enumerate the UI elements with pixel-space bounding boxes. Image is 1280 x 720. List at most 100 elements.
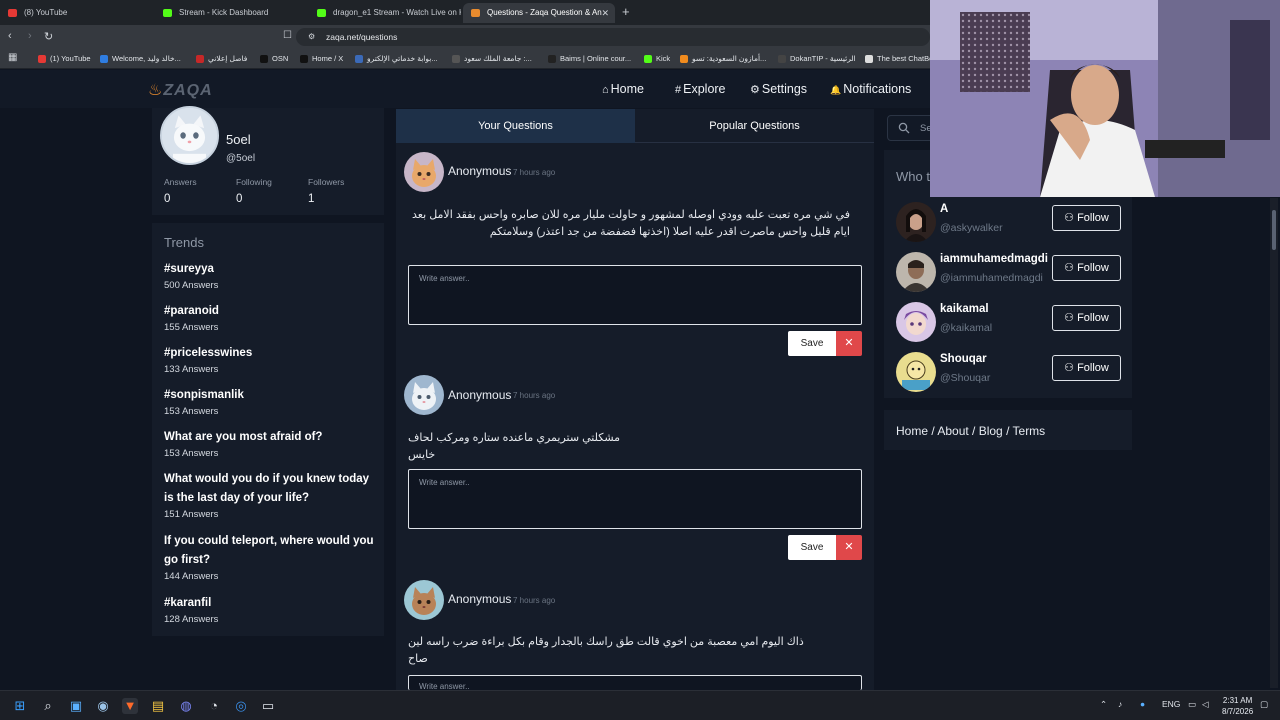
discord-icon[interactable]: ◍ bbox=[178, 698, 194, 714]
site-info-icon[interactable]: ⚙ bbox=[308, 32, 315, 41]
trend-item[interactable]: #karanfil 128 Answers bbox=[164, 594, 379, 625]
forward-icon[interactable]: › bbox=[28, 30, 32, 42]
trend-tag[interactable]: #paranoid bbox=[164, 302, 379, 321]
trend-tag[interactable]: What would you do if you knew today is t… bbox=[164, 470, 379, 508]
nav-notifications[interactable]: 🔔 Notifications bbox=[830, 82, 911, 96]
windows-start-icon[interactable]: ⊞ bbox=[12, 698, 28, 714]
tab-your-questions[interactable]: Your Questions bbox=[396, 109, 635, 143]
globe-icon bbox=[452, 55, 460, 63]
tab-kick-dashboard[interactable]: Stream - Kick Dashboard bbox=[155, 3, 305, 23]
white-cat-avatar-icon bbox=[404, 375, 444, 415]
bookmark-ad[interactable]: فاصل إعلاني bbox=[196, 54, 247, 63]
avatar[interactable] bbox=[160, 106, 219, 165]
bookmark-dokantip[interactable]: DokanTIP - الرئيسية bbox=[778, 54, 856, 63]
user-avatar[interactable] bbox=[896, 252, 936, 292]
white-cat-avatar-icon bbox=[162, 108, 217, 163]
bookmark-kick[interactable]: Kick bbox=[644, 54, 670, 63]
trend-tag[interactable]: What are you most afraid of? bbox=[164, 428, 379, 447]
follow-button[interactable]: ⚇ Follow bbox=[1052, 305, 1121, 331]
profile-name[interactable]: 5oel bbox=[226, 132, 251, 147]
trend-item[interactable]: #paranoid 155 Answers bbox=[164, 302, 379, 333]
answer-input[interactable]: Write answer.. bbox=[408, 675, 862, 691]
follow-user-name[interactable]: Shouqar bbox=[940, 353, 987, 365]
stat-following-label[interactable]: Following bbox=[236, 177, 272, 187]
site-logo[interactable]: ♨ZAQA bbox=[148, 80, 213, 100]
delete-question-button[interactable]: ✕ bbox=[836, 331, 862, 356]
trend-count: 153 Answers bbox=[164, 448, 219, 459]
language-indicator[interactable]: ENG bbox=[1162, 699, 1180, 709]
speaker-icon[interactable]: ♪ bbox=[1118, 699, 1122, 709]
trend-item[interactable]: What would you do if you knew today is t… bbox=[164, 470, 379, 520]
follow-user-name[interactable]: kaikamal bbox=[940, 303, 989, 315]
bookmark-welcome[interactable]: Welcome, خالد وليد... bbox=[100, 54, 181, 63]
bookmark-chatbot[interactable]: The best ChatBo bbox=[865, 54, 933, 63]
apps-grid-icon[interactable]: ▦ bbox=[8, 52, 17, 63]
tab-kick-stream[interactable]: dragon_e1 Stream - Watch Live on K bbox=[309, 3, 461, 23]
trend-tag[interactable]: #sonpismanlik bbox=[164, 386, 379, 405]
trend-tag[interactable]: #pricelesswines bbox=[164, 344, 379, 363]
app-icon[interactable]: ◎ bbox=[233, 698, 249, 714]
new-tab-button[interactable]: + bbox=[622, 4, 630, 19]
bookmark-ksu[interactable]: جامعة الملك سعود :... bbox=[452, 54, 532, 63]
obs-icon[interactable]: ◔ bbox=[206, 698, 222, 714]
webcam-overlay bbox=[930, 0, 1280, 197]
app-icon[interactable]: ▭ bbox=[260, 698, 276, 714]
save-button[interactable]: Save bbox=[788, 331, 836, 356]
stat-following-value[interactable]: 0 bbox=[236, 193, 242, 205]
page-scrollbar[interactable] bbox=[1270, 198, 1278, 688]
bookmark-gov[interactable]: بوابة خدماتي الإلكترو... bbox=[355, 54, 438, 63]
brave-browser-icon[interactable]: ▼ bbox=[122, 698, 138, 714]
bookmark-x[interactable]: Home / X bbox=[300, 54, 343, 63]
trend-item[interactable]: #sonpismanlik 153 Answers bbox=[164, 386, 379, 417]
back-icon[interactable]: ‹ bbox=[8, 30, 12, 42]
windows-taskbar: ⊞ ⌕ ▣ ◉ ▼ ▤ ◍ ◔ ◎ ▭ ⌃ ♪ ● ENG ▭ ◁ 2:31 A… bbox=[0, 690, 1280, 720]
bookmark-youtube[interactable]: (1) YouTube bbox=[38, 54, 91, 63]
trend-item[interactable]: #sureyya 500 Answers bbox=[164, 260, 379, 291]
trend-tag[interactable]: If you could teleport, where would you g… bbox=[164, 532, 379, 570]
trend-item[interactable]: #pricelesswines 133 Answers bbox=[164, 344, 379, 375]
notifications-icon[interactable]: ▢ bbox=[1260, 699, 1268, 710]
mic-icon[interactable]: ● bbox=[1140, 699, 1145, 709]
steam-icon[interactable]: ◉ bbox=[95, 698, 111, 714]
tray-chevron-icon[interactable]: ⌃ bbox=[1100, 699, 1107, 710]
taskbar-clock[interactable]: 2:31 AM 8/7/2026 bbox=[1222, 695, 1253, 717]
gallery-icon[interactable]: ▣ bbox=[68, 698, 84, 714]
follow-user-name[interactable]: iammuhamedmagdi bbox=[940, 253, 1048, 265]
nav-home[interactable]: ⌂ Home bbox=[602, 82, 644, 96]
search-icon[interactable]: ⌕ bbox=[40, 698, 56, 714]
follow-button[interactable]: ⚇ Follow bbox=[1052, 355, 1121, 381]
user-avatar[interactable] bbox=[896, 302, 936, 342]
trend-tag[interactable]: #karanfil bbox=[164, 594, 379, 613]
volume-icon[interactable]: ◁ bbox=[1202, 699, 1209, 710]
user-avatar[interactable] bbox=[896, 202, 936, 242]
footer-links[interactable]: Home / About / Blog / Terms bbox=[896, 424, 1045, 438]
answer-input[interactable]: Write answer.. bbox=[408, 265, 862, 325]
network-icon[interactable]: ▭ bbox=[1188, 699, 1196, 710]
scrollbar-thumb[interactable] bbox=[1272, 210, 1276, 250]
bookmark-osn[interactable]: OSN bbox=[260, 54, 288, 63]
tab-zaqa-questions[interactable]: Questions - Zaqa Question & An ✕ bbox=[463, 3, 615, 23]
trend-tag[interactable]: #sureyya bbox=[164, 260, 379, 279]
nav-explore[interactable]: # Explore bbox=[675, 82, 726, 96]
follow-button[interactable]: ⚇ Follow bbox=[1052, 205, 1121, 231]
bookmark-baims[interactable]: Baims | Online cour... bbox=[548, 54, 631, 63]
question-author: Anonymous bbox=[448, 592, 512, 606]
nav-settings[interactable]: ⚙ Settings bbox=[750, 82, 807, 96]
bookmark-amazon[interactable]: أمازون السعودية: تسو... bbox=[680, 54, 766, 63]
stat-followers-label[interactable]: Followers bbox=[308, 177, 344, 187]
user-avatar[interactable] bbox=[896, 352, 936, 392]
bookmark-icon[interactable]: ☐ bbox=[283, 30, 292, 41]
save-button[interactable]: Save bbox=[788, 535, 836, 560]
answer-input[interactable]: Write answer.. bbox=[408, 469, 862, 529]
reload-icon[interactable]: ↻ bbox=[44, 30, 53, 43]
trend-item[interactable]: If you could teleport, where would you g… bbox=[164, 532, 379, 582]
follow-user-name[interactable]: A bbox=[940, 203, 948, 215]
close-tab-icon[interactable]: ✕ bbox=[601, 3, 609, 23]
file-explorer-icon[interactable]: ▤ bbox=[150, 698, 166, 714]
follow-button[interactable]: ⚇ Follow bbox=[1052, 255, 1121, 281]
trend-item[interactable]: What are you most afraid of? 153 Answers bbox=[164, 428, 379, 459]
delete-question-button[interactable]: ✕ bbox=[836, 535, 862, 560]
stat-followers-value[interactable]: 1 bbox=[308, 193, 314, 205]
tab-youtube[interactable]: (8) YouTube bbox=[0, 3, 150, 23]
tab-popular-questions[interactable]: Popular Questions bbox=[635, 109, 874, 143]
